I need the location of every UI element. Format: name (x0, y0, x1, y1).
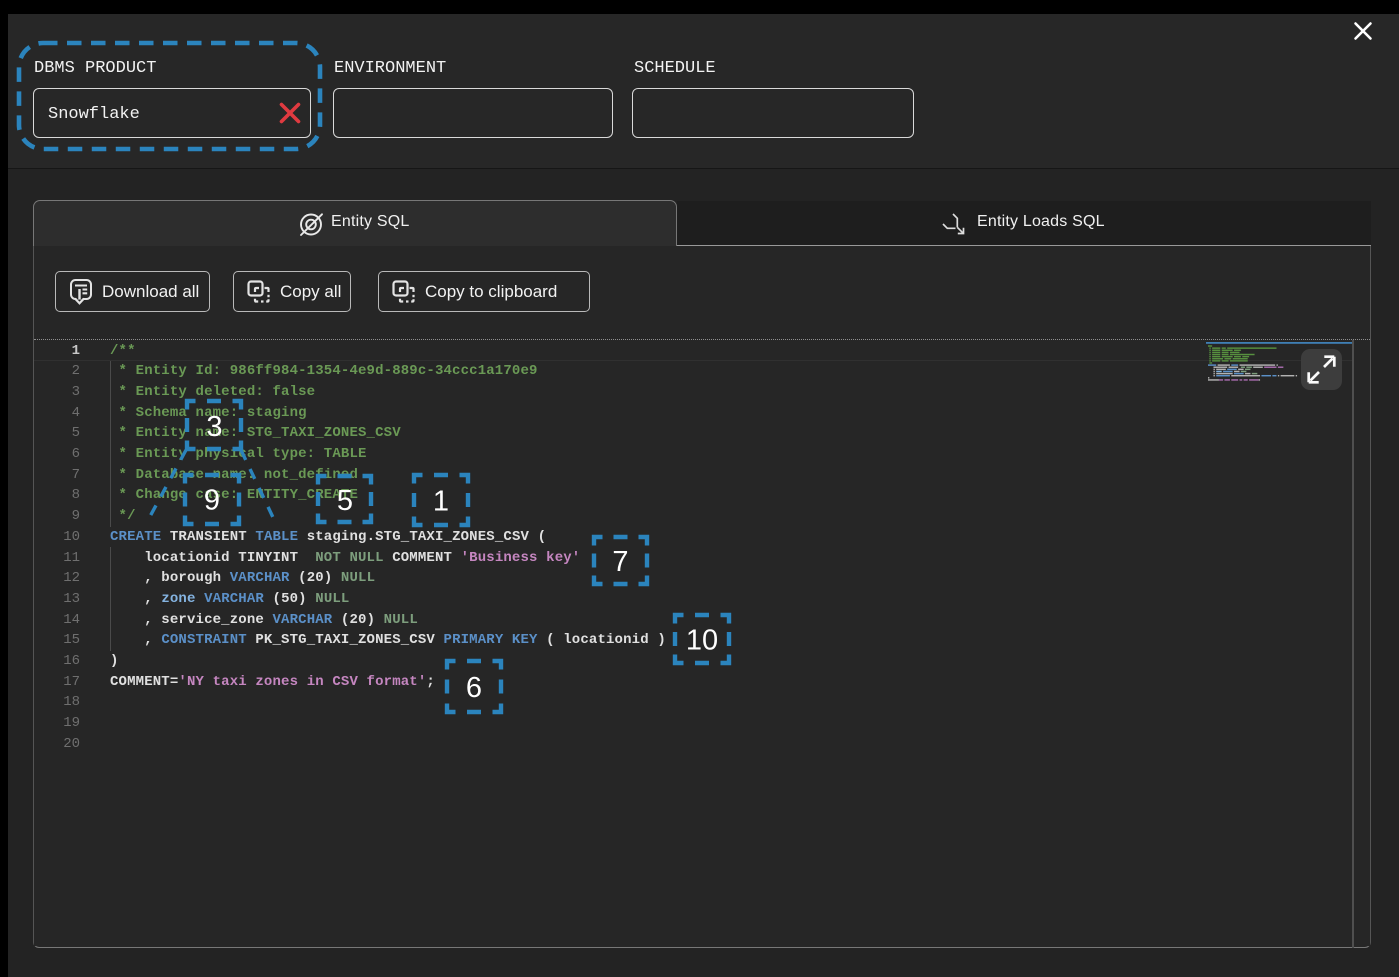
svg-text:7: 7 (612, 546, 628, 578)
svg-text:3: 3 (206, 411, 222, 443)
svg-text:5: 5 (337, 485, 353, 517)
svg-text:6: 6 (466, 672, 482, 704)
svg-text:9: 9 (204, 485, 220, 517)
svg-text:1: 1 (433, 486, 449, 518)
svg-text:10: 10 (686, 625, 718, 657)
